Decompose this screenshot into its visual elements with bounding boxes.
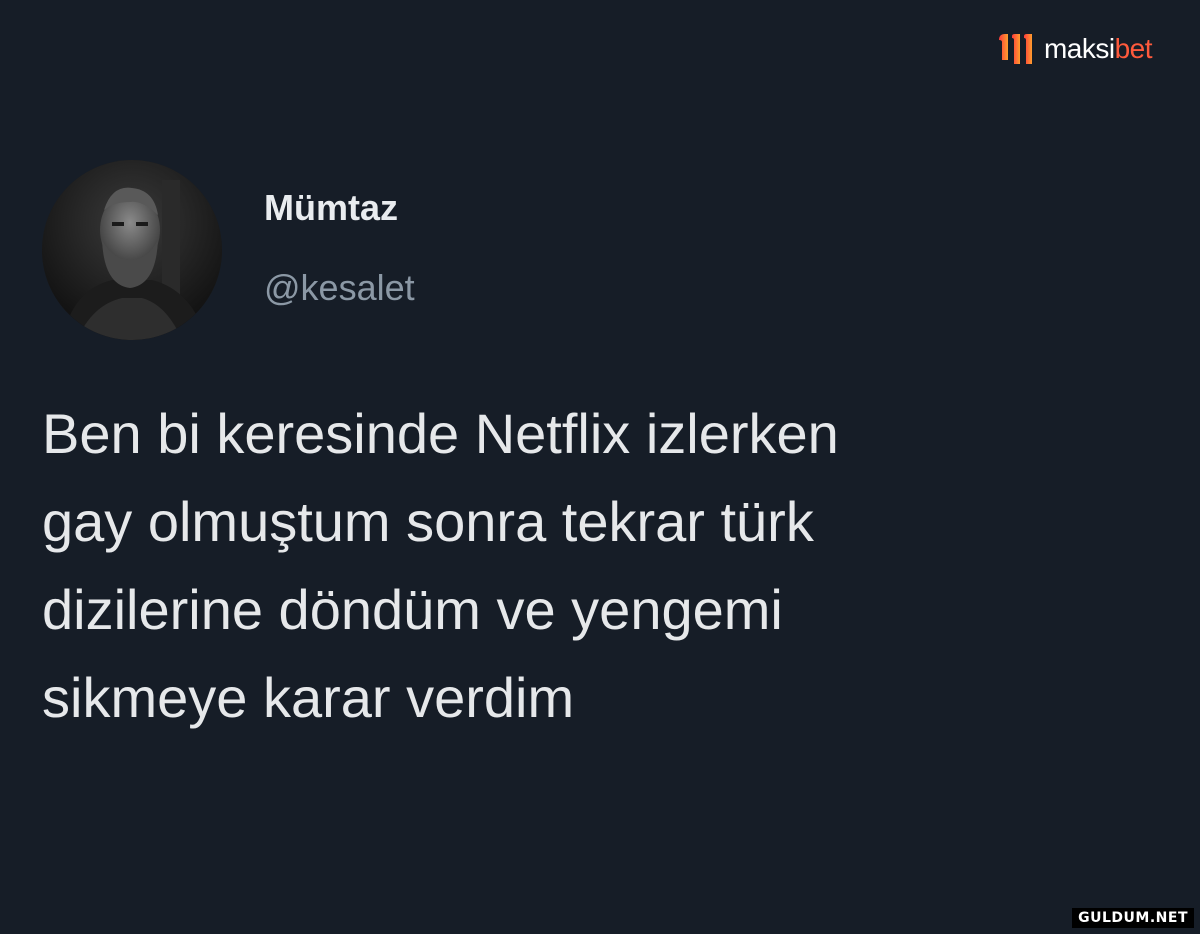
brand-logo: maksibet (996, 30, 1153, 68)
tweet-text-line: Ben bi keresinde Netflix izlerken (42, 402, 839, 465)
tweet-text-line: dizilerine döndüm ve yengemi (42, 578, 783, 641)
profile-photo (42, 160, 222, 340)
site-watermark: GULDUM.NET (1072, 908, 1194, 928)
tweet-text: Ben bi keresinde Netflix izlerken gay ol… (42, 390, 1142, 742)
brand-name: maksibet (1043, 33, 1153, 64)
avatar[interactable] (42, 160, 222, 340)
user-names: Mümtaz @kesalet (264, 160, 415, 306)
tweet-header: Mümtaz @kesalet (42, 160, 1142, 340)
tweet-text-line: sikmeye karar verdim (42, 666, 575, 729)
tweet-text-line: gay olmuştum sonra tekrar türk (42, 490, 814, 553)
tweet-card: Mümtaz @kesalet Ben bi keresinde Netflix… (42, 160, 1142, 742)
brand-name-part2: bet (1114, 33, 1153, 64)
brand-name-part1: maksi (1043, 33, 1115, 64)
user-handle[interactable]: @kesalet (264, 270, 415, 306)
display-name[interactable]: Mümtaz (264, 190, 415, 226)
maksibet-logo-icon (998, 34, 1032, 64)
